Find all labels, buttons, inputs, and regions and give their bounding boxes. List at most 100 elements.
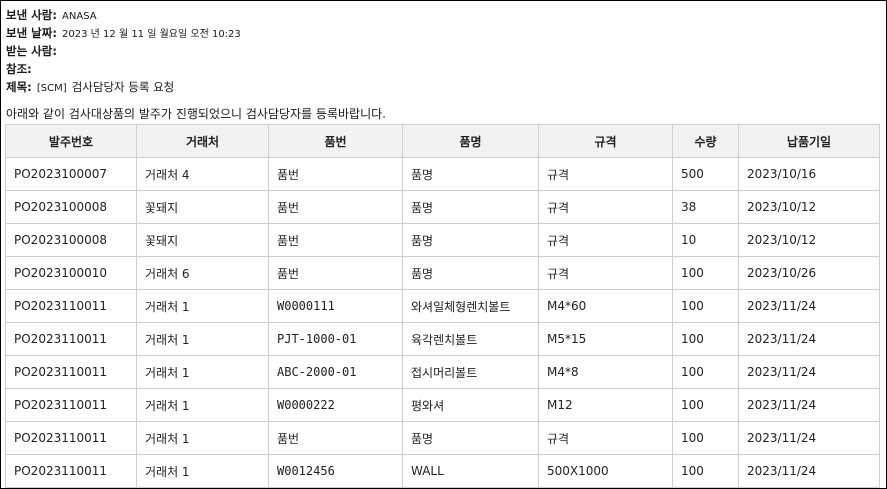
col-header-qty: 수량 (672, 124, 739, 158)
cell-part-no: 품번 (268, 223, 403, 257)
to-label: 받는 사람: (6, 44, 57, 58)
cell-spec: 규격 (538, 421, 673, 455)
subject-value: 검사담당자 등록 요청 (71, 80, 175, 94)
cell-part-name: 와셔일체형렌치볼트 (402, 289, 539, 323)
cell-part-no: W0000222 (268, 388, 403, 422)
date-label: 보낸 날짜: (6, 26, 57, 40)
col-header-part-name: 품명 (402, 124, 539, 158)
table-row: PO2023100008 꽃돼지 품번 품명 규격 10 2023/10/12 (5, 223, 880, 257)
table-row: PO2023110011 거래처 1 W0012456 WALL 500X100… (5, 454, 880, 488)
cell-order-no: PO2023100008 (5, 190, 137, 224)
cell-due-date: 2023/10/16 (738, 157, 880, 191)
cell-vendor: 거래처 1 (136, 388, 269, 422)
table-row: PO2023100008 꽃돼지 품번 품명 규격 38 2023/10/12 (5, 190, 880, 224)
subject-label: 제목: (6, 80, 32, 94)
cell-part-name: 육각렌치볼트 (402, 322, 539, 356)
cell-part-no: W0000111 (268, 289, 403, 323)
cell-due-date: 2023/11/24 (738, 355, 880, 389)
sender-label: 보낸 사람: (6, 8, 57, 22)
cell-vendor: 꽃돼지 (136, 190, 269, 224)
col-header-order-no: 발주번호 (5, 124, 137, 158)
cell-due-date: 2023/11/24 (738, 454, 880, 488)
cell-vendor: 거래처 1 (136, 355, 269, 389)
table-body: PO2023100007 거래처 4 품번 품명 규격 500 2023/10/… (5, 157, 880, 488)
order-table: 발주번호 거래처 품번 품명 규격 수량 납품기일 PO2023100007 거… (5, 124, 880, 488)
cell-spec: 규격 (538, 157, 673, 191)
cell-qty: 100 (672, 289, 739, 323)
date-row: 보낸 날짜: 2023 년 12 월 11 일 월요일 오전 10:23 (6, 23, 876, 41)
cell-part-no: W0012456 (268, 454, 403, 488)
cell-due-date: 2023/11/24 (738, 322, 880, 356)
cell-part-name: 접시머리볼트 (402, 355, 539, 389)
cell-qty: 100 (672, 454, 739, 488)
cell-part-no: PJT-1000-01 (268, 322, 403, 356)
cell-spec: M5*15 (538, 322, 673, 356)
cell-order-no: PO2023110011 (5, 322, 137, 356)
email-window: 보낸 사람: ANASA 보낸 날짜: 2023 년 12 월 11 일 월요일… (0, 0, 887, 489)
cell-part-name: 품명 (402, 421, 539, 455)
cell-qty: 100 (672, 421, 739, 455)
cell-spec: 규격 (538, 256, 673, 290)
date-value: 2023 년 12 월 11 일 월요일 오전 10:23 (62, 29, 241, 40)
cell-qty: 10 (672, 223, 739, 257)
to-row: 받는 사람: (6, 41, 876, 59)
cell-qty: 100 (672, 388, 739, 422)
cc-label: 참조: (6, 62, 32, 76)
cell-due-date: 2023/10/12 (738, 190, 880, 224)
cell-order-no: PO2023110011 (5, 355, 137, 389)
intro-text: 아래와 같이 검사대상품의 발주가 진행되었으니 검사담당자를 등록바랍니다. (6, 107, 386, 121)
table-row: PO2023110011 거래처 1 ABC-2000-01 접시머리볼트 M4… (5, 355, 880, 389)
cell-part-name: 품명 (402, 256, 539, 290)
email-header: 보낸 사람: ANASA 보낸 날짜: 2023 년 12 월 11 일 월요일… (6, 5, 876, 95)
cell-part-name: 품명 (402, 157, 539, 191)
cell-order-no: PO2023110011 (5, 289, 137, 323)
table-row: PO2023100007 거래처 4 품번 품명 규격 500 2023/10/… (5, 157, 880, 191)
subject-row: 제목: [SCM] 검사담당자 등록 요청 (6, 77, 876, 95)
cell-part-name: 품명 (402, 223, 539, 257)
cell-spec: M4*8 (538, 355, 673, 389)
cell-order-no: PO2023100007 (5, 157, 137, 191)
cell-part-no: 품번 (268, 157, 403, 191)
cell-vendor: 거래처 4 (136, 157, 269, 191)
cell-spec: M4*60 (538, 289, 673, 323)
cell-part-name: 품명 (402, 190, 539, 224)
cell-order-no: PO2023110011 (5, 454, 137, 488)
cell-qty: 500 (672, 157, 739, 191)
cell-vendor: 거래처 1 (136, 322, 269, 356)
table-row: PO2023110011 거래처 1 W0000222 평와셔 M12 100 … (5, 388, 880, 422)
table-header-row: 발주번호 거래처 품번 품명 규격 수량 납품기일 (5, 124, 880, 158)
col-header-part-no: 품번 (268, 124, 403, 158)
cell-due-date: 2023/11/24 (738, 388, 880, 422)
cell-spec: 규격 (538, 223, 673, 257)
cell-due-date: 2023/10/12 (738, 223, 880, 257)
sender-value: ANASA (62, 11, 97, 22)
cell-part-no: ABC-2000-01 (268, 355, 403, 389)
cell-order-no: PO2023100010 (5, 256, 137, 290)
cell-part-no: 품번 (268, 421, 403, 455)
col-header-spec: 규격 (538, 124, 673, 158)
cell-due-date: 2023/10/26 (738, 256, 880, 290)
cell-spec: M12 (538, 388, 673, 422)
cell-qty: 38 (672, 190, 739, 224)
cell-spec: 규격 (538, 190, 673, 224)
cell-part-no: 품번 (268, 190, 403, 224)
sender-row: 보낸 사람: ANASA (6, 5, 876, 23)
cell-part-name: 평와셔 (402, 388, 539, 422)
cell-vendor: 꽃돼지 (136, 223, 269, 257)
cell-order-no: PO2023110011 (5, 421, 137, 455)
cell-due-date: 2023/11/24 (738, 289, 880, 323)
cell-part-name: WALL (402, 454, 539, 488)
cell-qty: 100 (672, 256, 739, 290)
cc-row: 참조: (6, 59, 876, 77)
cell-qty: 100 (672, 322, 739, 356)
col-header-due-date: 납품기일 (738, 124, 880, 158)
cell-vendor: 거래처 1 (136, 289, 269, 323)
cell-qty: 100 (672, 355, 739, 389)
table-row: PO2023110011 거래처 1 PJT-1000-01 육각렌치볼트 M5… (5, 322, 880, 356)
subject-tag: [SCM] (36, 83, 67, 94)
cell-vendor: 거래처 1 (136, 454, 269, 488)
table-row: PO2023110011 거래처 1 품번 품명 규격 100 2023/11/… (5, 421, 880, 455)
table-row: PO2023100010 거래처 6 품번 품명 규격 100 2023/10/… (5, 256, 880, 290)
col-header-vendor: 거래처 (136, 124, 269, 158)
table-row: PO2023110011 거래처 1 W0000111 와셔일체형렌치볼트 M4… (5, 289, 880, 323)
